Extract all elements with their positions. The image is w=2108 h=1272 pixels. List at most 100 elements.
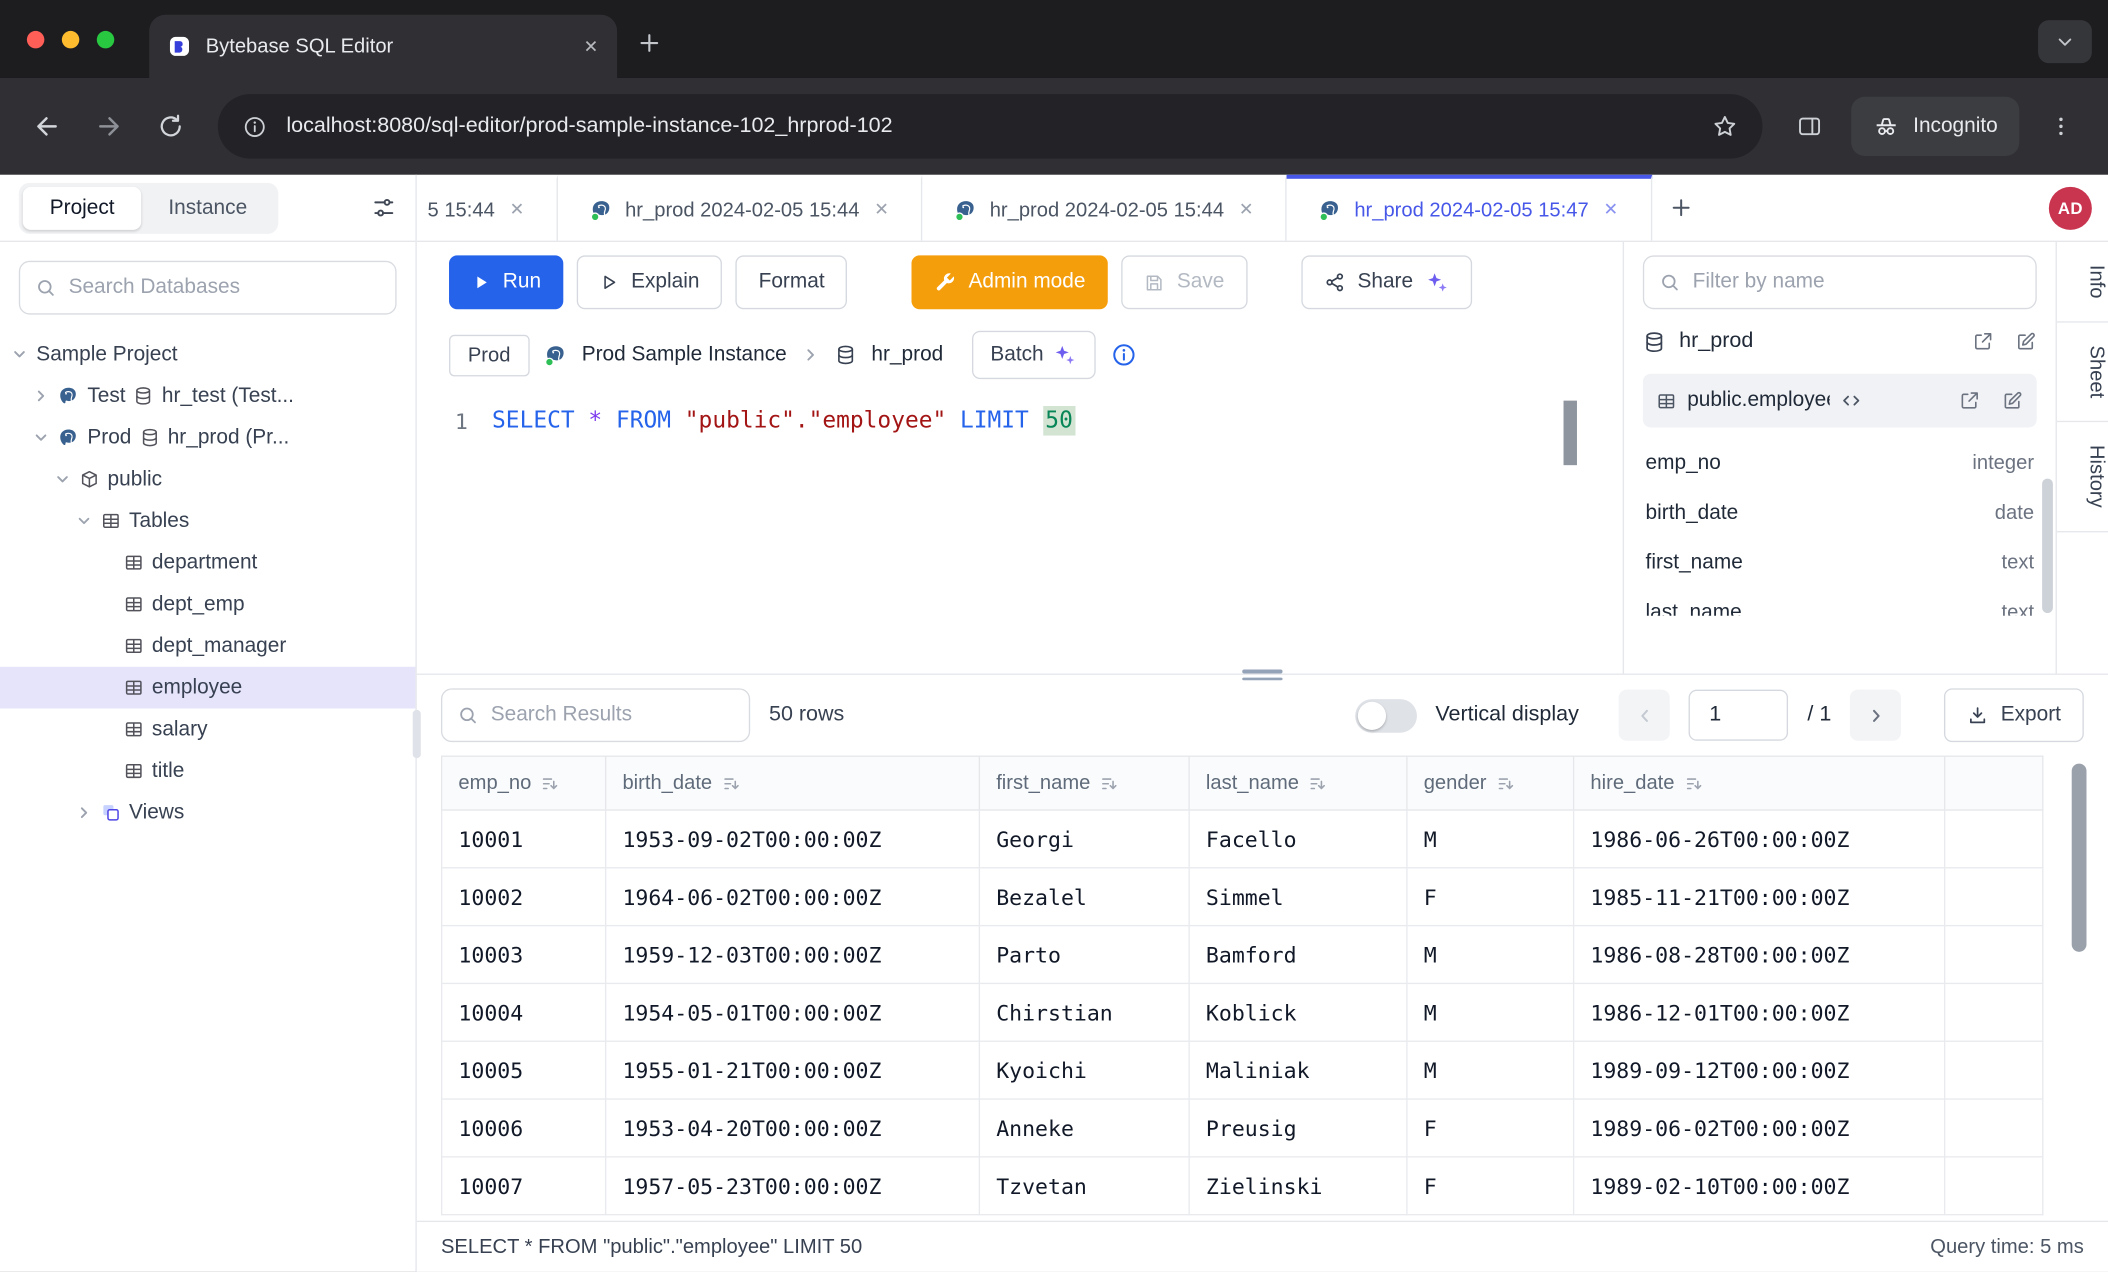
next-page-button[interactable] <box>1850 690 1901 741</box>
sort-icon[interactable] <box>541 774 560 793</box>
explain-button[interactable]: Explain <box>577 255 722 309</box>
table-row[interactable]: 100021964-06-02T00:00:00ZBezalelSimmelF1… <box>442 868 2043 926</box>
table-row[interactable]: 100011953-09-02T00:00:00ZGeorgiFacelloM1… <box>442 810 2043 868</box>
column-header-hire_date[interactable]: hire_date <box>1574 756 1945 810</box>
column-header-last_name[interactable]: last_name <box>1189 756 1407 810</box>
close-sheet-icon[interactable]: ✕ <box>1603 199 1618 221</box>
external-link-icon[interactable] <box>1972 331 1994 353</box>
results-search-input[interactable]: Search Results <box>441 688 750 742</box>
column-header-birth_date[interactable]: birth_date <box>606 756 980 810</box>
side-panel-button[interactable] <box>1781 98 1837 154</box>
results-scrollbar[interactable] <box>2072 764 2087 952</box>
new-tab-button[interactable] <box>636 30 663 61</box>
code-icon[interactable] <box>1840 390 1862 412</box>
tree-item-title[interactable]: title <box>0 750 415 792</box>
close-sheet-icon[interactable]: ✕ <box>874 199 889 221</box>
tab-search-button[interactable] <box>2038 20 2092 63</box>
site-info-icon[interactable] <box>242 114 268 140</box>
table-row[interactable]: 100061953-04-20T00:00:00ZAnnekePreusigF1… <box>442 1099 2043 1157</box>
tab-project[interactable]: Project <box>23 186 142 229</box>
side-tab-history[interactable]: History <box>2057 422 2108 532</box>
sort-icon[interactable] <box>722 774 741 793</box>
new-sheet-button[interactable] <box>1652 175 1711 241</box>
tree-item-department[interactable]: department <box>0 542 415 584</box>
column-list-item[interactable]: emp_nointeger <box>1643 438 2037 488</box>
close-sheet-icon[interactable]: ✕ <box>1239 199 1254 221</box>
sql-tab[interactable]: hr_prod 2024-02-05 15:44✕ <box>922 175 1287 241</box>
sort-icon[interactable] <box>1684 774 1703 793</box>
tree-item-views[interactable]: Views <box>0 792 415 834</box>
tree-item-salary[interactable]: salary <box>0 708 415 750</box>
sidebar-resize-handle[interactable] <box>413 710 421 758</box>
sql-editor[interactable]: 1 SELECT * FROM "public"."employee" LIMI… <box>417 393 1623 674</box>
save-button[interactable]: Save <box>1122 255 1247 309</box>
tree-item-prod[interactable]: Prodhr_prod (Pr... <box>0 417 415 459</box>
minimize-window-button[interactable] <box>62 30 79 47</box>
tree-settings-button[interactable] <box>371 195 397 221</box>
sort-icon[interactable] <box>1496 774 1515 793</box>
reload-button[interactable] <box>143 98 199 154</box>
table-cell: 10006 <box>442 1099 606 1157</box>
close-browser-tab-icon[interactable]: ✕ <box>584 36 599 58</box>
close-sheet-icon[interactable]: ✕ <box>510 199 525 221</box>
export-button[interactable]: Export <box>1944 688 2084 742</box>
column-list-item[interactable]: last_nametext <box>1643 587 2037 615</box>
edit-icon[interactable] <box>2002 390 2024 412</box>
back-button[interactable] <box>19 98 75 154</box>
tree-item-dept-emp[interactable]: dept_emp <box>0 583 415 625</box>
panel-scrollbar[interactable] <box>2042 479 2053 613</box>
database-search-input[interactable]: Search Databases <box>19 261 397 315</box>
editor-scrollbar[interactable] <box>1564 401 1577 466</box>
tree-item-test[interactable]: Testhr_test (Test... <box>0 375 415 417</box>
side-tab-sheet[interactable]: Sheet <box>2057 323 2108 423</box>
sql-tab[interactable]: hr_prod 2024-02-05 15:44✕ <box>558 175 923 241</box>
browser-tab[interactable]: Bytebase SQL Editor ✕ <box>149 15 617 78</box>
external-link-icon[interactable] <box>1959 390 1981 412</box>
instance-name[interactable]: Prod Sample Instance <box>582 343 787 367</box>
tree-item-public[interactable]: public <box>0 458 415 500</box>
database-row[interactable]: hr_prod <box>1643 309 2037 374</box>
table-row[interactable]: 100041954-05-01T00:00:00ZChirstianKoblic… <box>442 983 2043 1041</box>
sql-code-line[interactable]: SELECT * FROM "public"."employee" LIMIT … <box>492 406 1075 434</box>
page-number-input[interactable]: 1 <box>1689 690 1788 741</box>
table-row[interactable]: 100051955-01-21T00:00:00ZKyoichiMaliniak… <box>442 1041 2043 1099</box>
filter-input[interactable]: Filter by name <box>1643 255 2037 309</box>
table-chip[interactable]: public.employee <box>1643 374 2037 428</box>
column-header-first_name[interactable]: first_name <box>979 756 1189 810</box>
tab-instance[interactable]: Instance <box>141 186 274 229</box>
prev-page-button[interactable] <box>1619 690 1670 741</box>
sort-icon[interactable] <box>1308 774 1327 793</box>
sort-icon[interactable] <box>1100 774 1119 793</box>
column-header-gender[interactable]: gender <box>1407 756 1574 810</box>
edit-icon[interactable] <box>2015 331 2037 353</box>
tree-item-employee[interactable]: employee <box>0 667 415 709</box>
sql-tab[interactable]: hr_prod 2024-02-05 15:47✕ <box>1287 175 1652 241</box>
bookmark-star-icon[interactable] <box>1712 113 1739 140</box>
tree-item-dept-manager[interactable]: dept_manager <box>0 625 415 667</box>
table-row[interactable]: 100071957-05-23T00:00:00ZTzvetanZielinsk… <box>442 1157 2043 1215</box>
pane-resize-handle[interactable] <box>1242 670 1282 681</box>
close-window-button[interactable] <box>27 30 44 47</box>
tree-item-tables[interactable]: Tables <box>0 500 415 542</box>
address-bar[interactable]: localhost:8080/sql-editor/prod-sample-in… <box>218 94 1763 159</box>
environment-chip[interactable]: Prod <box>449 334 529 376</box>
side-tab-info[interactable]: Info <box>2057 242 2108 323</box>
forward-button[interactable] <box>81 98 137 154</box>
tree-item-sample-project[interactable]: Sample Project <box>0 333 415 375</box>
format-button[interactable]: Format <box>736 255 848 309</box>
sql-tab[interactable]: 5 15:44✕ <box>417 175 558 241</box>
zoom-window-button[interactable] <box>97 30 114 47</box>
share-button[interactable]: Share <box>1301 255 1472 309</box>
column-header-emp_no[interactable]: emp_no <box>442 756 606 810</box>
batch-button[interactable]: Batch <box>972 331 1097 379</box>
run-button[interactable]: Run <box>449 255 564 309</box>
column-list-item[interactable]: first_nametext <box>1643 538 2037 588</box>
table-row[interactable]: 100031959-12-03T00:00:00ZPartoBamfordM19… <box>442 926 2043 984</box>
info-circle-icon[interactable] <box>1111 341 1138 368</box>
avatar[interactable]: AD <box>2049 186 2092 229</box>
database-name[interactable]: hr_prod <box>871 343 943 367</box>
vertical-display-toggle[interactable] <box>1355 698 1417 732</box>
column-list-item[interactable]: birth_datedate <box>1643 488 2037 538</box>
browser-menu-button[interactable] <box>2033 98 2089 154</box>
admin-mode-button[interactable]: Admin mode <box>912 255 1108 309</box>
